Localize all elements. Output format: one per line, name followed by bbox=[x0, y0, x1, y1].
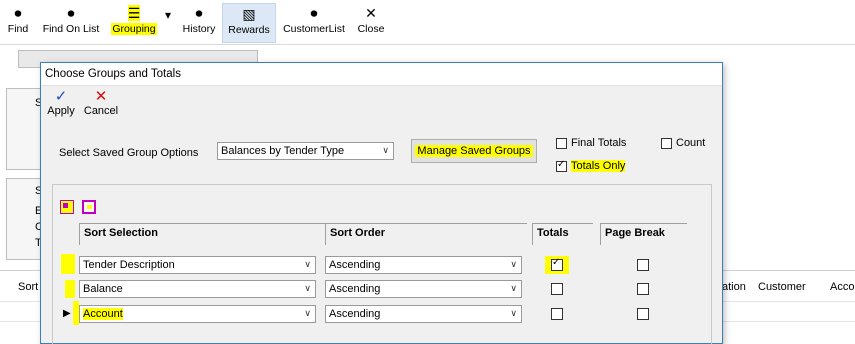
totals-checkbox-2[interactable] bbox=[551, 283, 563, 295]
chevron-down-icon: ∨ bbox=[304, 283, 311, 293]
chevron-down-icon: ∨ bbox=[304, 308, 311, 318]
sort-order-select-3[interactable]: Ascending ∨ bbox=[325, 305, 522, 323]
cancel-icon: ✕ bbox=[94, 88, 108, 105]
apply-button[interactable]: ✓ Apply bbox=[47, 88, 75, 118]
final-totals-label: Final Totals bbox=[571, 137, 627, 149]
header-sort-order: Sort Order bbox=[325, 223, 527, 245]
chevron-down-icon: ∨ bbox=[382, 145, 389, 155]
choose-groups-dialog: Choose Groups and Totals ✓ Apply ✕ Cance… bbox=[40, 62, 723, 344]
find-button[interactable]: ⏺ Find bbox=[5, 3, 31, 41]
rewards-button[interactable]: ▧ Rewards bbox=[222, 3, 276, 43]
close-button[interactable]: ✕ Close bbox=[354, 3, 388, 41]
count-label: Count bbox=[676, 137, 706, 149]
rewards-icon: ▧ bbox=[242, 6, 256, 22]
header-page-break: Page Break bbox=[600, 223, 687, 245]
totals-checkbox-1[interactable]: ✓ bbox=[551, 257, 563, 271]
chevron-down-icon: ∨ bbox=[510, 308, 517, 318]
page-break-checkbox-2[interactable] bbox=[637, 283, 649, 295]
count-checkbox[interactable] bbox=[661, 138, 672, 149]
dialog-title: Choose Groups and Totals bbox=[45, 68, 181, 80]
checkmark-icon: ✓ bbox=[552, 257, 561, 268]
binoculars-icon: ⏺ bbox=[14, 5, 22, 21]
bg-column-sort: Sort bbox=[18, 281, 39, 293]
row-indicator[interactable] bbox=[65, 280, 75, 298]
saved-group-label: Select Saved Group Options bbox=[59, 147, 199, 159]
dialog-title-bar: Choose Groups and Totals bbox=[41, 63, 722, 86]
totals-only-checkbox[interactable]: ✓ bbox=[556, 159, 567, 172]
binoculars-icon: ⏺ bbox=[67, 5, 75, 21]
header-sort-selection: Sort Selection bbox=[79, 223, 325, 245]
cancel-button[interactable]: ✕ Cancel bbox=[83, 88, 119, 118]
find-on-list-button[interactable]: ⏺ Find On List bbox=[40, 3, 102, 41]
page-break-checkbox-3[interactable] bbox=[637, 308, 649, 320]
checkmark-icon: ✓ bbox=[54, 88, 68, 105]
sort-order-select-2[interactable]: Ascending ∨ bbox=[325, 280, 522, 298]
page-break-checkbox-1[interactable] bbox=[637, 259, 649, 271]
final-totals-checkbox[interactable] bbox=[556, 138, 567, 149]
grouping-icon: ☰ bbox=[127, 5, 141, 21]
header-totals: Totals bbox=[532, 223, 593, 245]
bg-column-account: Acco bbox=[830, 281, 855, 293]
saved-group-select[interactable]: Balances by Tender Type ∨ bbox=[217, 142, 394, 160]
sort-selection-select-1[interactable]: Tender Description ∨ bbox=[79, 256, 316, 274]
sort-order-select-1[interactable]: Ascending ∨ bbox=[325, 256, 522, 274]
close-icon: ✕ bbox=[365, 5, 377, 21]
chevron-down-icon: ∨ bbox=[304, 259, 311, 269]
sort-selection-select-2[interactable]: Balance ∨ bbox=[79, 280, 316, 298]
bg-column-ation: ation bbox=[722, 281, 746, 293]
totals-checkbox-3[interactable] bbox=[551, 308, 563, 320]
main-toolbar: ⏺ Find ⏺ Find On List ☰ Grouping ▾ ⏺ His… bbox=[0, 0, 855, 45]
chevron-down-icon: ∨ bbox=[510, 259, 517, 269]
binoculars-icon: ⏺ bbox=[310, 5, 318, 21]
current-row-arrow-icon: ▶ bbox=[63, 308, 71, 319]
delete-row-icon[interactable] bbox=[82, 200, 96, 214]
grouping-button[interactable]: ☰ Grouping bbox=[110, 3, 158, 41]
row-indicator[interactable] bbox=[61, 254, 75, 274]
bg-column-customer: Customer bbox=[758, 281, 806, 293]
history-button[interactable]: ⏺ History bbox=[180, 3, 218, 41]
grouping-dropdown-button[interactable]: ▾ bbox=[161, 3, 175, 41]
customer-list-button[interactable]: ⏺ CustomerList bbox=[282, 3, 346, 41]
manage-saved-groups-button[interactable]: Manage Saved Groups bbox=[411, 139, 537, 163]
add-row-icon[interactable] bbox=[60, 200, 74, 214]
totals-only-label: Totals Only bbox=[571, 160, 626, 172]
chevron-down-icon: ▾ bbox=[164, 8, 172, 22]
sort-grid: Sort Selection Sort Order Totals Page Br… bbox=[59, 223, 694, 343]
checkmark-icon: ✓ bbox=[557, 159, 566, 170]
binoculars-icon: ⏺ bbox=[195, 5, 203, 21]
chevron-down-icon: ∨ bbox=[510, 283, 517, 293]
sort-selection-select-3[interactable]: Account ∨ bbox=[79, 305, 316, 323]
